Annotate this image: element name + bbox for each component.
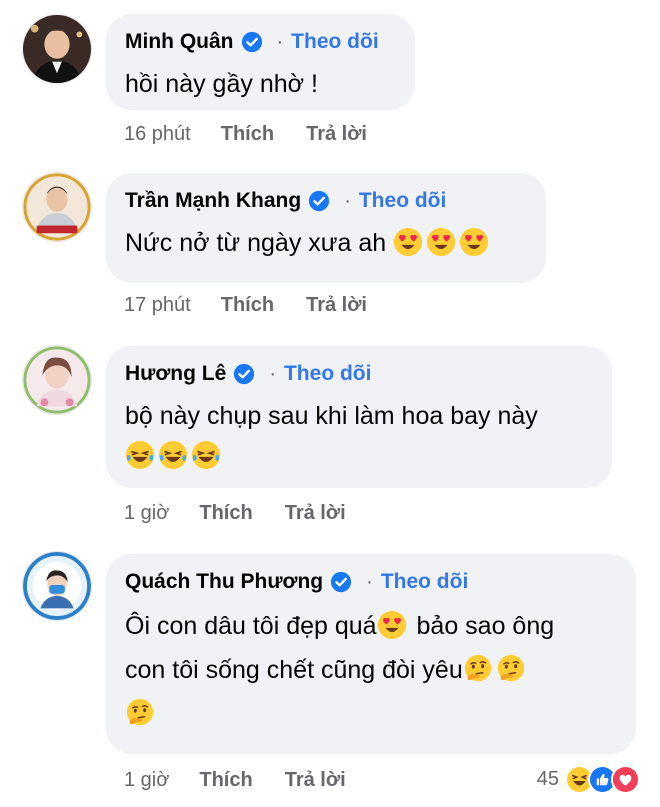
avatar[interactable]	[22, 345, 92, 415]
comment-actions: 1 giờ Thích Trả lời	[124, 499, 378, 527]
heart-eyes-emoji-icon	[393, 227, 423, 257]
heart-eyes-emoji-icon	[426, 227, 456, 257]
heart-eyes-emoji-icon	[377, 610, 407, 640]
verified-badge-icon	[308, 190, 330, 212]
reaction-summary[interactable]: 45	[537, 764, 640, 794]
comment-actions: 1 giờ Thích Trả lời	[124, 766, 378, 794]
reply-button[interactable]: Trả lời	[285, 769, 346, 792]
avatar[interactable]	[22, 14, 92, 84]
verified-badge-icon	[330, 571, 352, 593]
like-button[interactable]: Thích	[199, 502, 252, 525]
comment-actions: 17 phút Thích Trả lời	[124, 291, 399, 319]
comment-text-part: bảo sao ông	[409, 612, 555, 640]
separator-dot: ·	[344, 189, 351, 212]
comment-bubble: Hương Lê · Theo dõi bộ này chụp sau khi …	[106, 346, 612, 488]
follow-button[interactable]: Theo dõi	[359, 189, 447, 213]
thinking-emoji-icon	[125, 698, 155, 728]
reply-button[interactable]: Trả lời	[285, 502, 346, 525]
author-name[interactable]: Hương Lê	[125, 362, 226, 386]
comment-text-part: Ôi con dâu tôi đẹp quá	[125, 612, 377, 640]
follow-button[interactable]: Theo dõi	[381, 570, 469, 594]
follow-button[interactable]: Theo dõi	[284, 362, 372, 386]
thinking-emoji-icon	[496, 654, 526, 684]
laughing-tears-emoji-icon	[125, 440, 155, 470]
separator-dot: ·	[276, 30, 284, 53]
follow-button[interactable]: Theo dõi	[291, 30, 379, 54]
timestamp[interactable]: 1 giờ	[124, 769, 169, 792]
separator-dot: ·	[269, 362, 276, 385]
reply-button[interactable]: Trả lời	[306, 123, 367, 146]
laughing-tears-emoji-icon	[191, 440, 221, 470]
reply-button[interactable]: Trả lời	[306, 294, 367, 317]
verified-badge-icon	[233, 363, 255, 385]
like-button[interactable]: Thích	[221, 123, 274, 146]
comment-actions: 16 phút Thích Trả lời	[124, 120, 399, 148]
comment-text: Ôi con dâu tôi đẹp quá bảo sao ông con tô…	[125, 604, 616, 736]
love-reaction-icon	[611, 764, 640, 794]
separator-dot: ·	[366, 570, 373, 593]
comment-bubble: Quách Thu Phương · Theo dõi Ôi con dâu t…	[106, 554, 636, 754]
thinking-emoji-icon	[463, 654, 493, 684]
comment-text-body: Nức nở từ ngày xưa ah	[125, 229, 387, 257]
author-name[interactable]: Trần Mạnh Khang	[125, 189, 301, 213]
comment-bubble: Trần Mạnh Khang · Theo dõi Nức nở từ ngà…	[106, 173, 546, 283]
comment-text: hồi này gầy nhờ !	[125, 70, 318, 98]
avatar[interactable]	[22, 172, 92, 242]
comment-text: Nức nở từ ngày xưa ah	[125, 223, 526, 263]
laughing-tears-emoji-icon	[158, 440, 188, 470]
author-name[interactable]: Quách Thu Phương	[125, 570, 323, 594]
timestamp[interactable]: 1 giờ	[124, 502, 169, 525]
like-button[interactable]: Thích	[199, 769, 252, 792]
heart-eyes-emoji-icon	[459, 227, 489, 257]
avatar[interactable]	[22, 551, 92, 621]
comment-bubble: Minh Quân · Theo dõi hồi này gầy nhờ !	[106, 14, 415, 110]
timestamp[interactable]: 16 phút	[124, 123, 191, 146]
comment-text: bộ này chụp sau khi làm hoa bay này	[125, 396, 592, 476]
author-name[interactable]: Minh Quân	[125, 30, 234, 54]
like-button[interactable]: Thích	[221, 294, 274, 317]
comment-text-part: con tôi sống chết cũng đòi yêu	[125, 656, 463, 684]
comment-text-body: bộ này chụp sau khi làm hoa bay này	[125, 402, 538, 430]
reaction-count: 45	[536, 767, 559, 790]
timestamp[interactable]: 17 phút	[124, 294, 191, 317]
verified-badge-icon	[241, 31, 263, 53]
